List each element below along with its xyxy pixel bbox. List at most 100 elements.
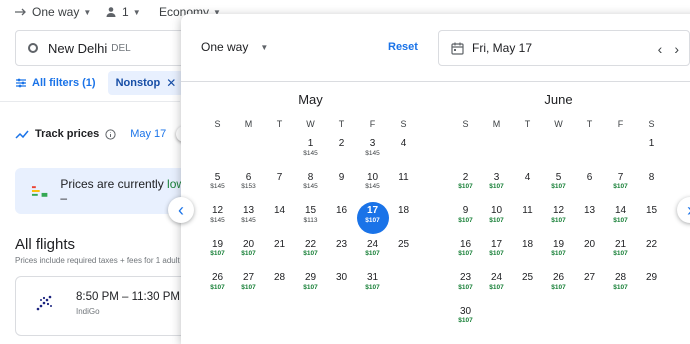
day-number: 23 [459, 272, 472, 284]
calendar-day[interactable]: 17 $107 [481, 236, 512, 270]
next-month-button[interactable]: › [677, 197, 690, 223]
calendar-day[interactable]: 9 [326, 169, 357, 203]
calendar-day[interactable]: 14 $107 [605, 202, 636, 236]
calendar-day[interactable]: 18 [512, 236, 543, 270]
calendar-day[interactable]: 14 [264, 202, 295, 236]
day-number: 27 [583, 272, 596, 284]
weekday-header: SMTWTFS [202, 119, 419, 129]
calendar-day[interactable]: 21 $107 [605, 236, 636, 270]
calendar-day[interactable]: 23 [326, 236, 357, 270]
calendar-day[interactable]: 15 [636, 202, 667, 236]
calendar-day[interactable]: 11 [388, 169, 419, 203]
close-icon[interactable]: ✕ [166, 76, 176, 90]
calendar-day[interactable]: 8 [636, 169, 667, 203]
calendar-day[interactable]: 25 [388, 236, 419, 270]
next-date-button[interactable]: › [674, 41, 679, 57]
calendar-day[interactable]: 9 $107 [450, 202, 481, 236]
day-price: $107 [613, 183, 628, 191]
all-filters-button[interactable]: All filters (1) [15, 77, 96, 89]
calendar-day[interactable]: 20 $107 [233, 236, 264, 270]
day-price: $107 [365, 250, 380, 258]
calendar-day[interactable]: 29 [636, 269, 667, 303]
calendar-day[interactable]: 27 $107 [233, 269, 264, 303]
calendar-day[interactable]: 4 [388, 135, 419, 169]
day-price: $107 [613, 283, 628, 291]
day-grid: 1 2 $107 3 $107 4 5 $107 6 7 $107 8 9 $107 10 $107 11 12 $… [450, 135, 667, 337]
day-price: $107 [303, 283, 318, 291]
calendar-day[interactable]: 26 $107 [543, 269, 574, 303]
calendar-day[interactable]: 3 $145 [357, 135, 388, 169]
calendar-day[interactable]: 31 $107 [357, 269, 388, 303]
calendar-day[interactable]: 11 [512, 202, 543, 236]
calendar-day[interactable]: 22 $107 [295, 236, 326, 270]
price-insight[interactable]: Prices are currently low – [15, 168, 190, 214]
calendar-day[interactable]: 15 $113 [295, 202, 326, 236]
day-price: $145 [241, 216, 256, 224]
day-number: 21 [614, 238, 627, 250]
day-price: $107 [241, 250, 256, 258]
calendar-day[interactable]: 24 $107 [357, 236, 388, 270]
day-number: 22 [645, 238, 658, 250]
day-number: 8 [648, 171, 655, 183]
calendar-day[interactable]: 16 [326, 202, 357, 236]
calendar-day[interactable]: 5 $145 [202, 169, 233, 203]
calendar-day[interactable]: 28 [264, 269, 295, 303]
calendar-day[interactable]: 16 $107 [450, 236, 481, 270]
day-number: 11 [522, 205, 533, 217]
previous-date-button[interactable]: ‹ [658, 41, 663, 57]
calendar-day[interactable]: 2 [326, 135, 357, 169]
calendar-day[interactable]: 19 $107 [543, 236, 574, 270]
day-number: 7 [276, 171, 283, 183]
calendar-day[interactable]: 20 [574, 236, 605, 270]
departure-date-field[interactable]: Fri, May 17 ‹ › [438, 30, 690, 66]
calendar-day[interactable]: 2 $107 [450, 169, 481, 203]
previous-month-button[interactable]: ‹ [168, 197, 194, 223]
calendar-day[interactable]: 19 $107 [202, 236, 233, 270]
day-number: 3 [369, 138, 376, 149]
calendar-day[interactable]: 10 $107 [481, 202, 512, 236]
calendar-day[interactable]: 5 $107 [543, 169, 574, 203]
info-icon[interactable] [105, 128, 116, 140]
day-number: 15 [645, 205, 658, 217]
calendar-day[interactable]: 29 $107 [295, 269, 326, 303]
calendar-day[interactable]: 4 [512, 169, 543, 203]
calendar-day[interactable]: 12 $145 [202, 202, 233, 236]
calendar-day[interactable]: 26 $107 [202, 269, 233, 303]
calendar-day[interactable]: 10 $145 [357, 169, 388, 203]
calendar-day[interactable]: 18 [388, 202, 419, 236]
calendar-day[interactable]: 21 [264, 236, 295, 270]
results-note: Prices include required taxes + fees for… [15, 256, 180, 265]
calendar-day[interactable]: 8 $145 [295, 169, 326, 203]
trip-type-select[interactable]: One way ▼ [14, 5, 91, 19]
calendar-day[interactable]: 24 $107 [481, 269, 512, 303]
divider [0, 101, 180, 102]
day-number: 6 [586, 171, 593, 183]
calendar-day-selected[interactable]: 17 $107 [356, 201, 389, 236]
calendar-day[interactable]: 1 [636, 135, 667, 169]
calendar-day[interactable]: 30 [326, 269, 357, 303]
calendar-day[interactable]: 7 $107 [605, 169, 636, 203]
calendar-day[interactable]: 22 [636, 236, 667, 270]
calendar-day[interactable]: 3 $107 [481, 169, 512, 203]
calendar-day[interactable]: 7 [264, 169, 295, 203]
calendar-day[interactable]: 13 $145 [233, 202, 264, 236]
calendar-day[interactable]: 23 $107 [450, 269, 481, 303]
calendar-day[interactable]: 1 $145 [295, 135, 326, 169]
calendar-day[interactable]: 13 [574, 202, 605, 236]
passengers-select[interactable]: 1 ▼ [104, 5, 141, 19]
calendar-day[interactable]: 6 [574, 169, 605, 203]
calendar-day[interactable]: 30 $107 [450, 303, 481, 337]
calendar-day[interactable]: 25 [512, 269, 543, 303]
day-price: $145 [210, 183, 225, 191]
track-date: May 17 [130, 128, 167, 140]
calendar-day[interactable]: 28 $107 [605, 269, 636, 303]
nonstop-chip[interactable]: Nonstop ✕ [107, 71, 185, 95]
calendar-day[interactable]: 27 [574, 269, 605, 303]
calendar-day[interactable]: 12 $107 [543, 202, 574, 236]
all-filters-label: All filters (1) [32, 77, 96, 89]
origin-input[interactable]: New Delhi DEL [15, 30, 190, 66]
panel-trip-type-select[interactable]: One way ▼ [201, 40, 268, 54]
flight-result[interactable]: 8:50 PM – 11:30 PM IndiGo [15, 276, 190, 336]
reset-button[interactable]: Reset [388, 41, 418, 53]
calendar-day[interactable]: 6 $153 [233, 169, 264, 203]
